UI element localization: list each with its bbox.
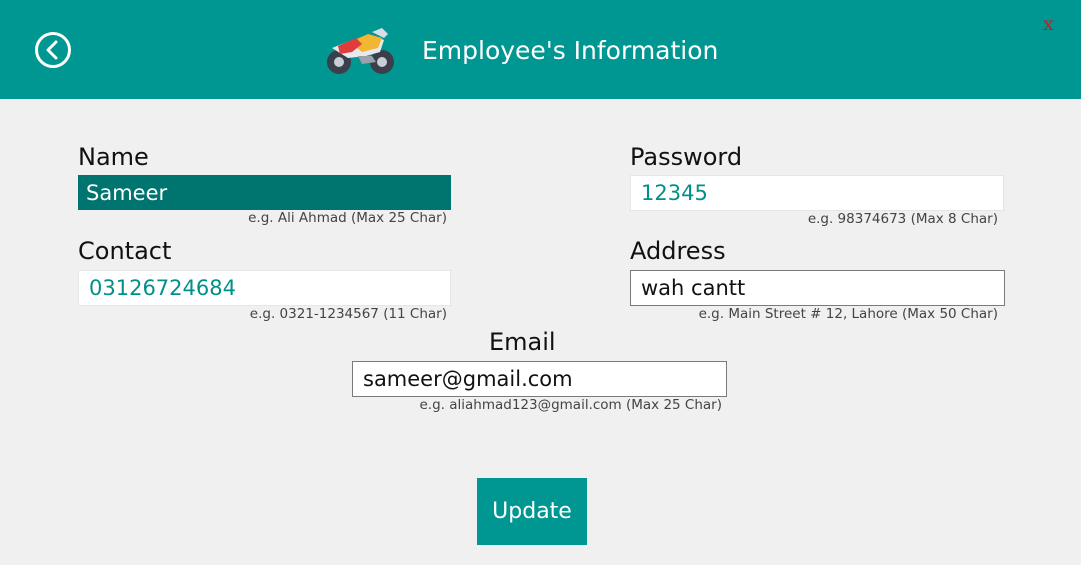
email-label: Email bbox=[489, 328, 556, 356]
update-button[interactable]: Update bbox=[477, 478, 587, 545]
address-hint: e.g. Main Street # 12, Lahore (Max 50 Ch… bbox=[698, 306, 998, 322]
name-input[interactable] bbox=[78, 175, 451, 210]
circle-chevron-left-icon bbox=[35, 32, 71, 68]
page-title: Employee's Information bbox=[422, 36, 719, 65]
email-hint: e.g. aliahmad123@gmail.com (Max 25 Char) bbox=[419, 397, 722, 413]
header-bar: Employee's Information x bbox=[0, 0, 1081, 99]
password-input[interactable] bbox=[630, 175, 1004, 211]
name-label: Name bbox=[78, 143, 149, 171]
name-hint: e.g. Ali Ahmad (Max 25 Char) bbox=[248, 210, 447, 226]
contact-input[interactable] bbox=[78, 270, 451, 306]
contact-label: Contact bbox=[78, 237, 172, 265]
back-button[interactable] bbox=[34, 31, 72, 69]
address-input[interactable] bbox=[630, 270, 1005, 306]
address-label: Address bbox=[630, 237, 726, 265]
close-button[interactable]: x bbox=[1043, 13, 1054, 35]
email-input[interactable] bbox=[352, 361, 727, 397]
contact-hint: e.g. 0321-1234567 (11 Char) bbox=[249, 306, 447, 322]
password-hint: e.g. 98374673 (Max 8 Char) bbox=[807, 211, 998, 227]
password-label: Password bbox=[630, 143, 743, 171]
motorcycle-icon bbox=[327, 28, 394, 74]
